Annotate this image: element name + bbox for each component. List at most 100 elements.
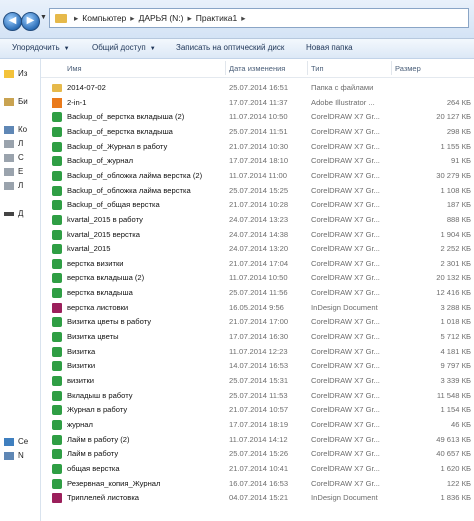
file-type: CorelDRAW X7 Gr... <box>311 463 380 473</box>
column-header-type[interactable]: Тип <box>311 64 324 73</box>
column-divider[interactable] <box>225 61 226 75</box>
file-type: CorelDRAW X7 Gr... <box>311 419 380 429</box>
nav-item-network-host[interactable]: N <box>4 451 40 464</box>
file-name: Backup_of_обложка лайма верстка (2) <box>67 170 203 180</box>
column-divider[interactable] <box>307 61 308 75</box>
file-row[interactable]: Резервная_копия_Журнал 16.07.2014 16:53 Co… <box>41 477 474 491</box>
file-name: Вкладыш в работу <box>67 390 133 400</box>
file-row[interactable]: Backup_of_обложка лайма верстка 25.07.201… <box>41 184 474 198</box>
file-date: 21.07.2014 10:41 <box>229 463 289 473</box>
file-size: 20 132 КБ <box>436 273 471 283</box>
file-row[interactable]: Лайм в работу 25.07.2014 15:26 CorelDRAW X… <box>41 447 474 461</box>
column-divider[interactable] <box>391 61 392 75</box>
file-date: 25.07.2014 11:56 <box>229 288 288 298</box>
file-row[interactable]: 2-in-1 17.07.2014 11:37 Adobe Illustrator … <box>41 96 474 110</box>
coreldraw-file-icon <box>52 478 62 489</box>
nav-item-label: Ко <box>18 125 28 134</box>
nav-item-computer[interactable]: Ко <box>4 125 40 138</box>
file-row[interactable]: Визитка цветы 17.07.2014 16:30 CorelDRAW X… <box>41 330 474 344</box>
navigation-pane: Из Би Ко Л С Е Л Д Се N <box>0 59 41 521</box>
breadcrumb: ▸ Компьютер ▸ ДАРЬЯ (N:) ▸ Практика1 ▸ <box>70 13 249 24</box>
breadcrumb-separator-icon: ▸ <box>187 13 192 23</box>
file-row[interactable]: Лайм в работу (2) 11.07.2014 14:12 CorelDR… <box>41 433 474 447</box>
column-header-name[interactable]: Имя <box>67 64 82 73</box>
file-size: 1 155 КБ <box>440 141 471 151</box>
file-row[interactable]: kvartal_2015 в работу 24.07.2014 13:23 Cor… <box>41 213 474 227</box>
file-row[interactable]: kvartal_2015 верстка 24.07.2014 14:38 Core… <box>41 228 474 242</box>
breadcrumb-computer[interactable]: Компьютер <box>82 13 126 23</box>
file-row[interactable]: Триплелей листовка 04.07.2014 15:21 InDesi… <box>41 491 474 505</box>
file-row[interactable]: Визитка 11.07.2014 12:23 CorelDRAW X7 Gr..… <box>41 345 474 359</box>
file-date: 16.05.2014 9:56 <box>229 302 284 312</box>
column-header-size[interactable]: Размер <box>395 64 421 73</box>
file-row[interactable]: kvartal_2015 24.07.2014 13:20 CorelDRAW X7… <box>41 242 474 256</box>
file-date: 21.07.2014 17:04 <box>229 258 289 268</box>
breadcrumb-drive[interactable]: ДАРЬЯ (N:) <box>139 13 184 23</box>
file-row[interactable]: 2014-07-02 25.07.2014 16:51 Папка с файлам… <box>41 81 474 95</box>
nav-item-drive[interactable]: Л <box>4 181 40 194</box>
breadcrumb-separator-icon: ▸ <box>241 13 246 23</box>
new-folder-button[interactable]: Новая папка <box>306 43 353 52</box>
share-button[interactable]: Общий доступ ▼ <box>92 43 156 52</box>
file-date: 17.07.2014 16:30 <box>229 332 289 342</box>
nav-item-drive[interactable]: Е <box>4 167 40 180</box>
file-name: журнал <box>67 419 93 429</box>
file-row[interactable]: Вкладыш в работу 25.07.2014 11:53 CorelDRA… <box>41 389 474 403</box>
nav-item-label: Се <box>18 437 29 446</box>
column-header-date[interactable]: Дата изменения <box>229 64 285 73</box>
burn-disc-button[interactable]: Записать на оптический диск <box>176 43 284 52</box>
file-row[interactable]: Backup_of_обложка лайма верстка (2) 11.07… <box>41 169 474 183</box>
nav-item-drive[interactable]: Л <box>4 139 40 152</box>
coreldraw-file-icon <box>52 170 62 181</box>
breadcrumb-separator-icon: ▸ <box>74 13 79 23</box>
computer-icon <box>4 451 14 460</box>
file-date: 25.07.2014 11:51 <box>229 126 288 136</box>
file-row[interactable]: Backup_of_верстка вкладыша (2) 11.07.2014… <box>41 110 474 124</box>
file-date: 17.07.2014 11:37 <box>229 97 288 107</box>
illustrator-file-icon <box>52 97 62 108</box>
forward-button[interactable]: ▶ <box>21 12 40 31</box>
file-row[interactable]: общая верстка 21.07.2014 10:41 CorelDRAW X… <box>41 462 474 476</box>
file-date: 11.07.2014 11:00 <box>229 170 287 180</box>
coreldraw-file-icon <box>52 463 62 474</box>
nav-item-favorites[interactable]: Из <box>4 69 40 82</box>
indesign-file-icon <box>52 493 62 504</box>
file-name: Backup_of_верстка вкладыша <box>67 126 173 136</box>
file-size: 2 301 КБ <box>440 258 471 268</box>
file-row[interactable]: визитки 25.07.2014 15:31 CorelDRAW X7 Gr..… <box>41 374 474 388</box>
file-row[interactable]: Визитка цветы в работу 21.07.2014 17:00 Co… <box>41 315 474 329</box>
coreldraw-file-icon <box>52 244 62 255</box>
file-type: CorelDRAW X7 Gr... <box>311 156 380 166</box>
breadcrumb-folder[interactable]: Практика1 <box>196 13 237 23</box>
file-row[interactable]: Backup_of_журнал 17.07.2014 18:10 CorelDRA… <box>41 154 474 168</box>
file-date: 21.07.2014 17:00 <box>229 317 289 327</box>
address-field[interactable]: ▸ Компьютер ▸ ДАРЬЯ (N:) ▸ Практика1 ▸ <box>49 8 469 28</box>
file-row[interactable]: верстка вкладыша 25.07.2014 11:56 CorelDRA… <box>41 286 474 300</box>
coreldraw-file-icon <box>52 346 62 357</box>
file-row[interactable]: журнал 17.07.2014 18:19 CorelDRAW X7 Gr...… <box>41 418 474 432</box>
file-row[interactable]: Журнал в работу 21.07.2014 10:57 CorelDRAW… <box>41 403 474 417</box>
file-type: CorelDRAW X7 Gr... <box>311 317 380 327</box>
organize-button[interactable]: Упорядочить ▼ <box>12 43 70 52</box>
nav-item-network[interactable]: Се <box>4 437 40 450</box>
file-row[interactable]: Визитки 14.07.2014 16:53 CorelDRAW X7 Gr..… <box>41 359 474 373</box>
file-row[interactable]: верстка листовки 16.05.2014 9:56 InDesign … <box>41 301 474 315</box>
file-date: 11.07.2014 14:12 <box>229 434 288 444</box>
file-row[interactable]: верстка визитки 21.07.2014 17:04 CorelDRAW… <box>41 257 474 271</box>
file-type: CorelDRAW X7 Gr... <box>311 434 380 444</box>
file-row[interactable]: верстка вкладыша (2) 11.07.2014 10:50 Core… <box>41 271 474 285</box>
file-row[interactable]: Backup_of_Журнал в работу 21.07.2014 10:3… <box>41 140 474 154</box>
file-row[interactable]: Backup_of_верстка вкладыша 25.07.2014 11:… <box>41 125 474 139</box>
coreldraw-file-icon <box>52 361 62 372</box>
coreldraw-file-icon <box>52 214 62 225</box>
file-type: InDesign Document <box>311 493 378 503</box>
history-dropdown-icon[interactable]: ▼ <box>40 14 47 21</box>
file-type: Папка с файлами <box>311 83 374 92</box>
nav-item-libraries[interactable]: Би <box>4 97 40 110</box>
coreldraw-file-icon <box>52 156 62 167</box>
file-size: 122 КБ <box>446 478 471 488</box>
file-row[interactable]: Backup_of_общая верстка 21.07.2014 10:28 C… <box>41 198 474 212</box>
back-button[interactable]: ◀ <box>3 12 22 31</box>
nav-item-removable-drive[interactable]: Д <box>4 209 40 222</box>
nav-item-drive[interactable]: С <box>4 153 40 166</box>
